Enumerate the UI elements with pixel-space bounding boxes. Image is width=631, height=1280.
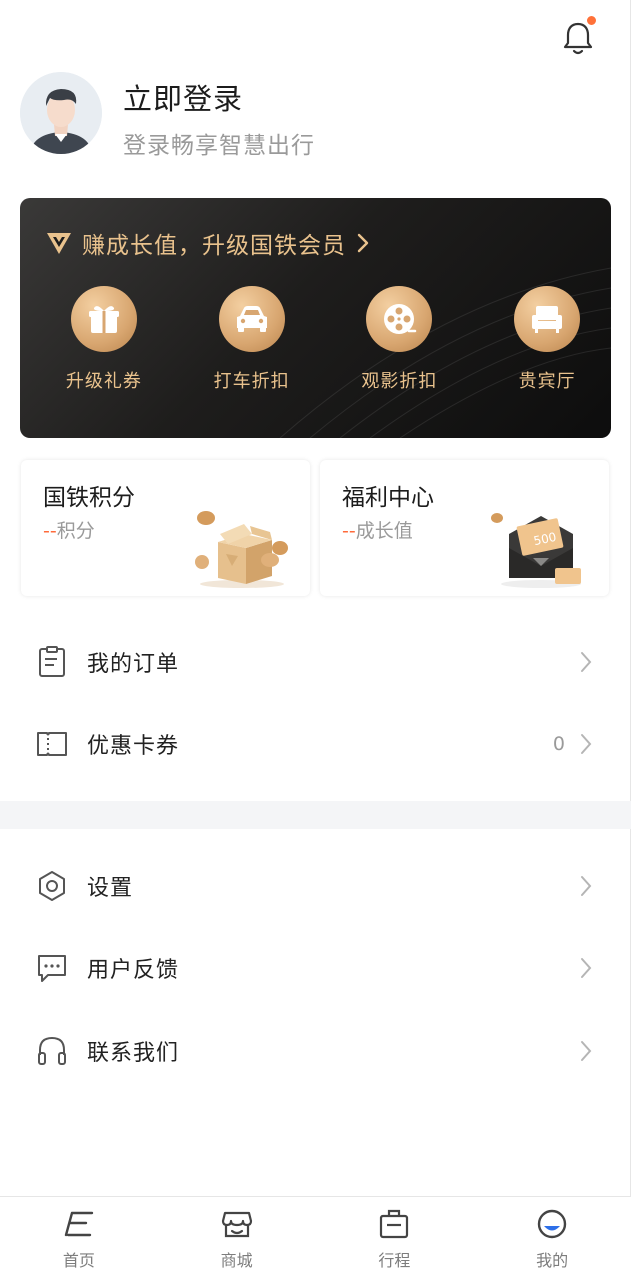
profile-icon [537,1209,567,1239]
perk-label: 打车折扣 [213,371,290,392]
vip-logo-icon [47,233,71,254]
menu-settings[interactable]: 设置 [0,845,631,927]
gift-icon [70,286,137,352]
member-card[interactable]: 赚成长值，升级国铁会员 升级礼券 打车折扣 观影折扣 贵宾厅 [20,198,611,438]
settings-icon [39,871,65,901]
chevron-right-icon [581,652,592,672]
bottom-tab-bar: 首页 商城 行程 我的 [0,1196,631,1280]
points-card-title: 国铁积分 [43,485,135,511]
points-card[interactable]: 国铁积分 --积分 [21,460,310,596]
points-unit: 积分 [56,520,95,542]
menu-item-label: 设置 [87,876,134,901]
menu-item-label: 联系我们 [87,1041,180,1066]
menu-item-label: 优惠卡券 [87,734,180,759]
home-icon [64,1211,94,1237]
points-card-value: --积分 [43,516,95,543]
section-divider [0,801,631,829]
member-headline[interactable]: 赚成长值，升级国铁会员 [46,226,370,260]
tab-label: 商城 [220,1251,253,1270]
menu-my-orders[interactable]: 我的订单 [0,621,631,703]
perk-upgrade-coupon[interactable]: 升级礼券 [40,286,168,393]
tab-label: 我的 [536,1251,569,1270]
growth-value-placeholder: -- [342,520,356,542]
car-icon [218,286,285,352]
perk-label: 升级礼券 [65,371,142,392]
menu-coupons[interactable]: 优惠卡券 0 [0,703,631,785]
treasure-box-icon [195,511,288,588]
growth-unit: 成长值 [355,520,413,542]
tab-mine[interactable]: 我的 [473,1197,631,1280]
member-headline-text: 赚成长值，升级国铁会员 [82,233,346,259]
clipboard-icon [39,646,65,677]
notification-dot [585,14,598,27]
tab-trips[interactable]: 行程 [316,1197,474,1280]
welfare-card-value: --成长值 [342,516,413,543]
envelope-icon: 500 [491,513,581,588]
menu-item-label: 我的订单 [87,652,180,677]
tab-store[interactable]: 商城 [158,1197,316,1280]
points-value-placeholder: -- [43,520,57,542]
welfare-center-card[interactable]: 福利中心 --成长值 500 [320,460,609,596]
welfare-card-title: 福利中心 [342,485,434,511]
headset-icon [38,1036,66,1065]
chevron-right-icon [581,958,592,978]
perk-label: 观影折扣 [361,371,438,392]
menu-contact-us[interactable]: 联系我们 [0,1010,631,1092]
avatar-person-icon [20,72,102,154]
menu-item-label: 用户反馈 [87,958,180,983]
chevron-right-icon [581,876,592,896]
film-reel-icon [366,286,433,352]
tab-label: 首页 [62,1251,95,1270]
tab-home[interactable]: 首页 [0,1197,158,1280]
perks-row: 升级礼券 打车折扣 观影折扣 贵宾厅 [20,286,611,393]
tab-label: 行程 [378,1251,411,1270]
chevron-right-icon [581,734,592,754]
login-title[interactable]: 立即登录 [123,76,243,118]
perk-vip-lounge[interactable]: 贵宾厅 [483,286,611,393]
login-subtitle: 登录畅享智慧出行 [123,133,315,159]
coupon-count: 0 [552,733,565,755]
store-icon [221,1211,252,1238]
avatar[interactable] [20,72,102,154]
briefcase-icon [380,1209,409,1239]
ticket-icon [37,732,67,756]
feedback-icon [38,955,66,982]
perk-taxi-discount[interactable]: 打车折扣 [188,286,316,393]
perk-label: 贵宾厅 [518,371,576,392]
chevron-right-icon [581,1041,592,1061]
armchair-icon [514,286,581,352]
chevron-right-icon [357,233,369,253]
perk-movie-discount[interactable]: 观影折扣 [336,286,464,393]
menu-feedback[interactable]: 用户反馈 [0,927,631,1009]
